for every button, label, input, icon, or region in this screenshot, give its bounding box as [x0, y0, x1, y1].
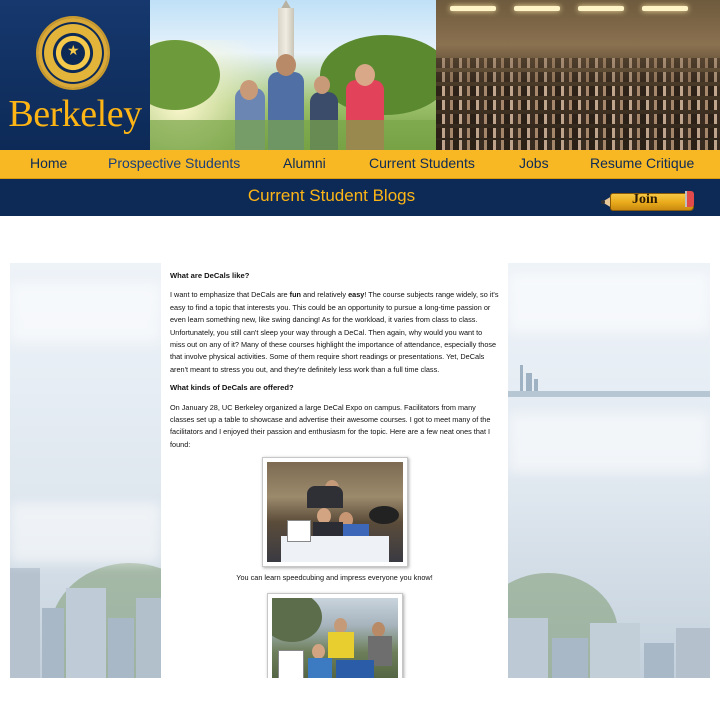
article-heading-kinds-offered: What kinds of DeCals are offered?	[170, 383, 294, 393]
join-button[interactable]: Join	[601, 191, 694, 213]
nav-jobs[interactable]: Jobs	[519, 155, 549, 171]
expo-figure-2	[170, 592, 499, 678]
background-right-cityscape	[508, 263, 710, 678]
article-paragraph-2: On January 28, UC Berkeley organized a l…	[170, 402, 491, 449]
expo-figure-speedcubing: You can learn speedcubing and impress ev…	[170, 457, 499, 584]
blog-article: What are DeCals like? I want to emphasiz…	[161, 263, 508, 678]
article-paragraph-1: I want to emphasize that DeCals are fun …	[170, 290, 499, 374]
figure-caption-speedcubing: You can learn speedcubing and impress ev…	[236, 573, 433, 583]
nav-prospective-students[interactable]: Prospective Students	[108, 155, 240, 171]
main-nav: Home Prospective Students Alumni Current…	[0, 150, 720, 179]
nav-current-students[interactable]: Current Students	[369, 155, 475, 171]
decal-table-photo-2[interactable]	[271, 597, 398, 678]
nav-alumni[interactable]: Alumni	[283, 155, 326, 171]
header-banner: ★ Berkeley	[0, 0, 720, 150]
page-title: Current Student Blogs	[247, 186, 416, 205]
campus-students-photo	[150, 0, 436, 150]
nav-resume-critique[interactable]: Resume Critique	[590, 155, 694, 171]
berkeley-logo[interactable]: ★ Berkeley	[0, 0, 150, 150]
nav-home[interactable]: Home	[30, 155, 67, 171]
article-heading-decals-like: What are DeCals like?	[170, 271, 250, 280]
university-seal-icon: ★	[38, 18, 108, 88]
background-left-cityscape	[10, 263, 161, 678]
join-button-label: Join	[632, 192, 658, 207]
berkeley-wordmark: Berkeley	[8, 93, 142, 135]
speedcubing-table-photo[interactable]	[266, 462, 403, 563]
lecture-hall-photo	[436, 0, 720, 150]
